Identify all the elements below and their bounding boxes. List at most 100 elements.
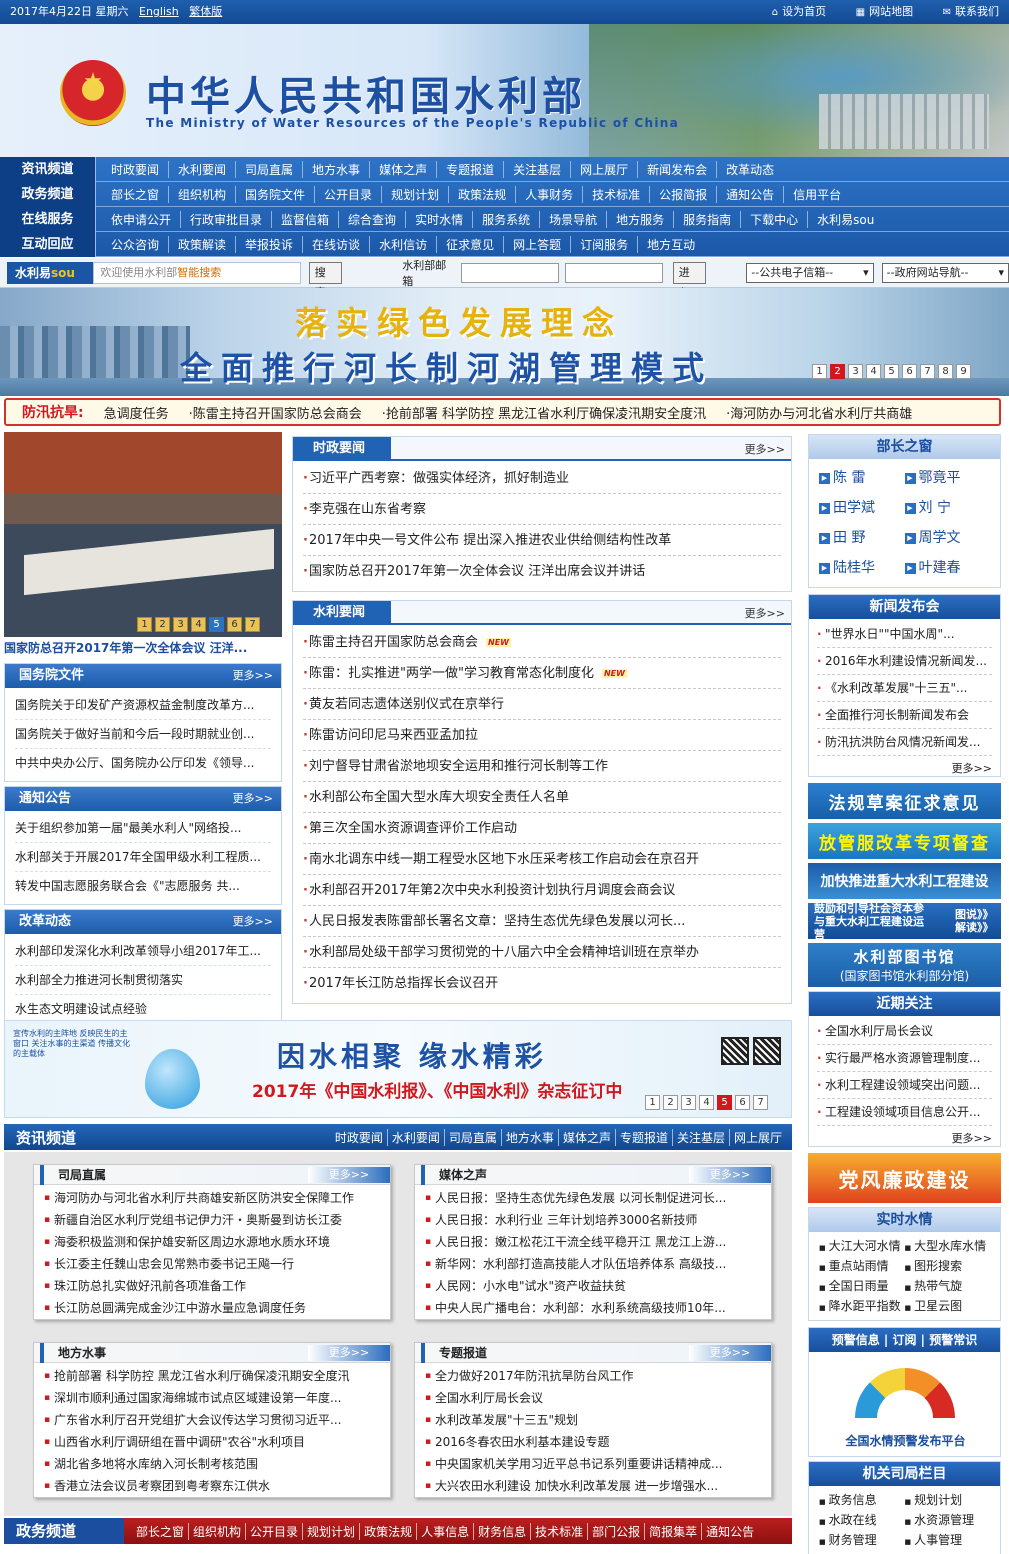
pager-button[interactable]: 3 <box>848 364 863 379</box>
news-item-text[interactable]: 南水北调东中线一期工程受水区地下水压采考核工作启动会在京召开 <box>309 852 699 867</box>
nav-link[interactable]: 征求意见 <box>437 235 505 253</box>
grid-link-text[interactable]: 规划计划 <box>914 1493 962 1507</box>
grid-link-text[interactable]: 水政在线 <box>829 1513 877 1527</box>
list-item[interactable]: 国务院关于做好当前和今后一段时期就业创... <box>15 720 271 749</box>
news-item[interactable]: 陈雷访问印尼马来西亚孟加拉 <box>303 720 781 751</box>
news-item-text[interactable]: 李克强在山东省考察 <box>309 502 426 517</box>
leader-name[interactable]: 陈 雷 <box>833 470 865 486</box>
channel-link[interactable]: 水利要闻 <box>388 1128 445 1146</box>
list-item[interactable]: 海河防办与河北省水利厅共商雄安新区防洪安全保障工作 <box>44 1187 380 1209</box>
more-link[interactable]: 更多>> <box>689 1345 771 1361</box>
list-item[interactable]: 全国水利厅局长会议 <box>817 1018 992 1045</box>
library-banner[interactable]: 水利部图书馆 (国家图书馆水利部分馆) <box>808 943 1001 987</box>
list-item[interactable]: 海委积极监测和保护雄安新区周边水源地水质水环境 <box>44 1231 380 1253</box>
list-item[interactable]: 2016冬春农田水利基本建设专题 <box>425 1431 761 1453</box>
social-capital-banner[interactable]: 鼓励和引导社会资本参与重大水利工程建设运营 图说》》 解读》》 <box>808 902 1001 941</box>
search-button[interactable]: 搜索 <box>308 261 343 299</box>
more-link[interactable]: 更多>> <box>308 1167 390 1183</box>
news-item[interactable]: 刘宁督导甘肃省淤地坝安全运用和推行河长制等工作 <box>303 751 781 782</box>
list-item[interactable]: 人民日报：嫩江松花江干流全线平稳开江 黑龙江上游... <box>425 1231 761 1253</box>
news-item-text[interactable]: 陈雷主持召开国家防总会商会 <box>309 635 478 650</box>
pager-button[interactable]: 6 <box>735 1095 750 1110</box>
nav-section-title[interactable]: 互动回应 <box>0 231 96 257</box>
nav-link[interactable]: 司局直属 <box>236 160 304 178</box>
nav-link[interactable]: 水利要闻 <box>169 160 237 178</box>
leader-name[interactable]: 鄂竟平 <box>919 470 961 486</box>
channel-link[interactable]: 通知公告 <box>702 1523 758 1540</box>
leader-name[interactable]: 刘 宁 <box>919 500 951 516</box>
nav-link[interactable]: 网上展厅 <box>571 160 639 178</box>
channel-link[interactable]: 组织机构 <box>189 1522 247 1540</box>
nav-link[interactable]: 国务院文件 <box>236 185 316 203</box>
forecast-widget[interactable]: 预警信息 | 订阅 | 预警常识 全国水情预警发布平台 <box>808 1327 1001 1457</box>
pager-button[interactable]: 8 <box>938 364 953 379</box>
news-item[interactable]: 人民日报发表陈雷部长署名文章：坚持生态优先绿色发展以河长... <box>303 906 781 937</box>
nav-link[interactable]: 新闻发布会 <box>638 160 718 178</box>
channel-link[interactable]: 媒体之声 <box>559 1128 616 1146</box>
channel-link[interactable]: 专题报道 <box>616 1128 673 1146</box>
grid-link[interactable]: ■ 降水距平指数 <box>819 1296 905 1316</box>
pager-button[interactable]: 6 <box>227 617 242 632</box>
pager-button[interactable]: 5 <box>717 1095 732 1110</box>
news-item-text[interactable]: 国家防总召开2017年第一次全体会议 汪洋出席会议并讲话 <box>309 564 645 579</box>
nav-link[interactable]: 服务系统 <box>473 210 541 228</box>
nav-link[interactable]: 水利易sou <box>808 211 883 228</box>
mail-password-input[interactable] <box>564 262 663 283</box>
nav-section-title[interactable]: 政务频道 <box>0 181 96 207</box>
grid-link[interactable]: ■ 重点站雨情 <box>819 1256 905 1276</box>
grid-link[interactable]: ■ 政务信息 <box>819 1490 905 1510</box>
channel-link[interactable]: 关注基层 <box>673 1128 730 1146</box>
more-link[interactable]: 更多>> <box>689 1167 771 1183</box>
nav-link[interactable]: 场景导航 <box>540 210 608 228</box>
list-item[interactable]: 工程建设领域项目信息公开... <box>817 1099 992 1126</box>
list-item[interactable]: 实行最严格水资源管理制度... <box>817 1045 992 1072</box>
grid-link[interactable]: ■ 大型水库水情 <box>905 1236 991 1256</box>
news-item[interactable]: 陈雷主持召开国家防总会商会 NEW <box>303 627 781 658</box>
traditional-link[interactable]: 繁体版 <box>189 5 222 18</box>
reform-inspection-banner[interactable]: 放管服改革专项督查 <box>808 823 1001 859</box>
nav-link[interactable]: 关注基层 <box>504 160 572 178</box>
list-item[interactable]: 新疆自治区水利厅党组书记伊力汗・奥斯曼到访长江委 <box>44 1209 380 1231</box>
news-item-text[interactable]: 2017年长江防总指挥长会议召开 <box>309 976 498 991</box>
ticker-item[interactable]: ·海河防办与河北省水利厅共商雄 <box>726 403 912 422</box>
list-item[interactable]: 广东省水利厅召开党组扩大会议传达学习贯彻习近平... <box>44 1409 380 1431</box>
nav-link[interactable]: 水利信访 <box>370 235 438 253</box>
list-item[interactable]: 新华网：水利部打造高技能人才队伍培养体系 高级技... <box>425 1253 761 1275</box>
grid-link-text[interactable]: 大江大河水情 <box>829 1239 901 1253</box>
nav-section-title[interactable]: 资讯频道 <box>0 156 96 182</box>
news-item-text[interactable]: 陈雷：扎实推进"两学一做"学习教育常态化制度化 <box>309 666 594 681</box>
nav-link[interactable]: 技术标准 <box>583 185 651 203</box>
grid-link-text[interactable]: 重点站雨情 <box>829 1259 889 1273</box>
news-item[interactable]: 2017年中央一号文件公布 提出深入推进农业供给侧结构性改革 <box>303 525 781 556</box>
news-item-text[interactable]: 2017年中央一号文件公布 提出深入推进农业供给侧结构性改革 <box>309 533 671 548</box>
grid-link[interactable]: ■ 水资源管理 <box>905 1510 991 1530</box>
news-item-text[interactable]: 习近平广西考察：做强实体经济，抓好制造业 <box>309 471 569 486</box>
news-item-text[interactable]: 陈雷访问印尼马来西亚孟加拉 <box>309 728 478 743</box>
news-item-text[interactable]: 第三次全国水资源调查评价工作启动 <box>309 821 517 836</box>
channel-link[interactable]: 时政要闻 <box>331 1128 388 1146</box>
leader-name[interactable]: 田学斌 <box>833 500 875 516</box>
news-item[interactable]: 习近平广西考察：做强实体经济，抓好制造业 <box>303 463 781 494</box>
photo-caption[interactable]: 国家防总召开2017年第一次全体会议 汪洋... <box>4 637 282 659</box>
mail-username-input[interactable] <box>461 262 559 283</box>
grid-link-text[interactable]: 财务管理 <box>829 1533 877 1547</box>
leader-name[interactable]: 陆桂华 <box>833 560 875 576</box>
list-item[interactable]: 国务院关于印发矿产资源权益金制度改革方... <box>15 691 271 720</box>
pager-button[interactable]: 9 <box>956 364 971 379</box>
pager-button[interactable]: 7 <box>920 364 935 379</box>
list-item[interactable]: 全力做好2017年防汛抗旱防台风工作 <box>425 1365 761 1387</box>
list-item[interactable]: 人民日报：坚持生态优先绿色发展 以河长制促进河长... <box>425 1187 761 1209</box>
channel-link[interactable]: 地方水事 <box>502 1128 559 1146</box>
list-item[interactable]: 中共中央办公厅、国务院办公厅印发《领导... <box>15 749 271 778</box>
public-mailbox-select[interactable]: --公共电子信箱-- ▾ <box>746 262 874 283</box>
news-item[interactable]: 李克强在山东省考察 <box>303 494 781 525</box>
nav-link[interactable]: 规划计划 <box>382 185 450 203</box>
list-item[interactable]: 抢前部署 科学防控 黑龙江省水利厅确保凌汛期安全度汛 <box>44 1365 380 1387</box>
list-item[interactable]: 中央国家机关学用习近平总书记系列重要讲话精神成... <box>425 1453 761 1475</box>
nav-link[interactable]: 政策法规 <box>449 185 517 203</box>
news-item-text[interactable]: 水利部召开2017年第2次中央水利投资计划执行月调度会商会议 <box>309 883 675 898</box>
news-item[interactable]: 水利部公布全国大型水库大坝安全责任人名单 <box>303 782 781 813</box>
nav-link[interactable]: 公报简报 <box>650 185 718 203</box>
pager-button[interactable]: 5 <box>209 617 224 632</box>
list-item[interactable]: 人民日报：水利行业 三年计划培养3000名新技师 <box>425 1209 761 1231</box>
